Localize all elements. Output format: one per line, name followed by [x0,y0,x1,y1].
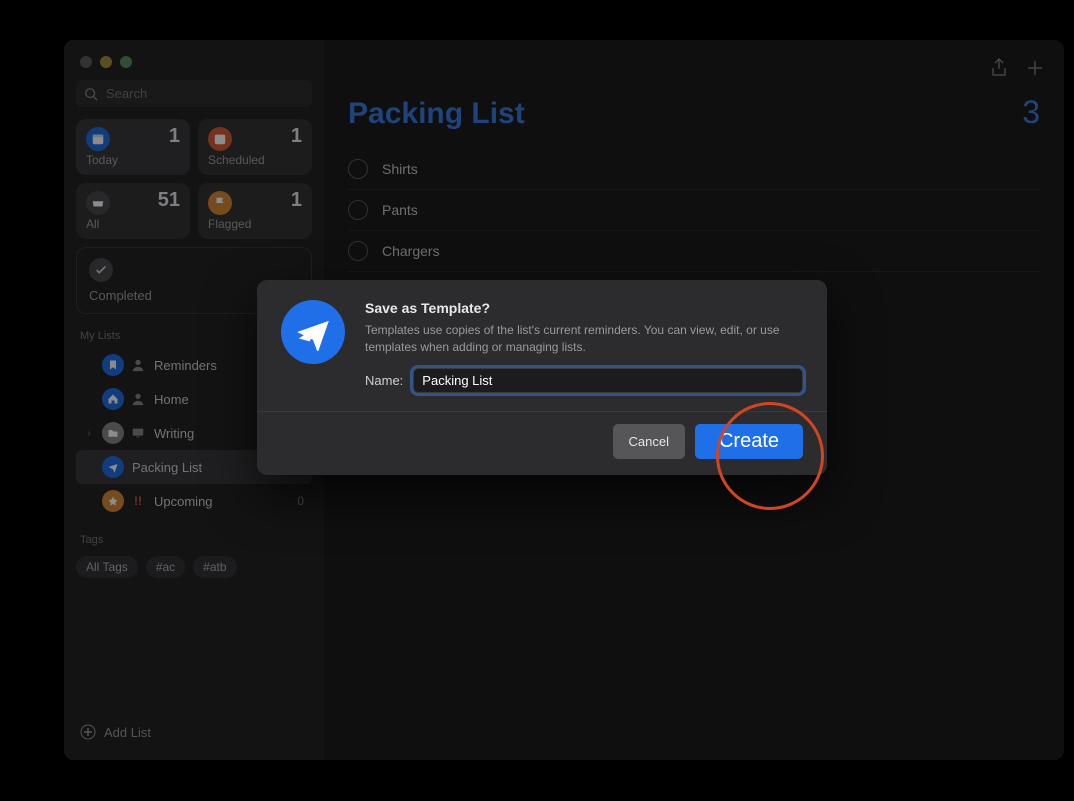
card-all[interactable]: 51 All [76,183,190,239]
chevron-right-icon[interactable]: › [84,428,94,439]
home-icon [102,388,124,410]
star-icon [102,490,124,512]
reminder-checkbox[interactable] [348,200,368,220]
card-flagged-count: 1 [291,189,302,212]
search-input[interactable] [104,85,304,102]
list-item-label: Writing [154,426,194,441]
folder-icon [102,422,124,444]
plane-icon [102,456,124,478]
shared-icon [130,357,146,373]
tag-chip[interactable]: #atb [193,556,236,578]
search-icon [84,87,98,101]
page-title: Packing List [348,97,525,131]
window-controls[interactable] [76,50,312,80]
calendar-icon [208,127,232,151]
plane-icon [281,300,345,364]
close-dot[interactable] [80,56,92,68]
minimize-dot[interactable] [100,56,112,68]
list-item-label: Reminders [154,358,217,373]
name-label: Name: [365,373,403,388]
list-item-label: Packing List [132,460,202,475]
reminder-title: Shirts [382,161,418,177]
calendar-icon [86,127,110,151]
section-tags: Tags [80,534,308,546]
reminder-row[interactable]: Chargers [348,231,1040,272]
page-count: 3 [1022,94,1040,131]
zoom-dot[interactable] [120,56,132,68]
add-icon[interactable] [1026,58,1044,78]
card-flagged[interactable]: 1 Flagged [198,183,312,239]
card-flagged-label: Flagged [208,217,302,231]
list-item-label: Home [154,392,189,407]
search-field[interactable] [76,80,312,107]
card-all-count: 51 [158,189,180,212]
shared-icon [130,391,146,407]
dialog-description: Templates use copies of the list's curre… [365,322,803,356]
reminder-title: Chargers [382,243,440,259]
card-scheduled-label: Scheduled [208,153,302,167]
bookmark-icon [102,354,124,376]
tag-chip[interactable]: All Tags [76,556,138,578]
list-item-count: 0 [297,494,304,508]
tray-icon [86,191,110,215]
list-item-label: Upcoming [154,494,213,509]
reminder-checkbox[interactable] [348,159,368,179]
template-name-input[interactable] [413,368,803,393]
dialog-title: Save as Template? [365,300,803,316]
card-scheduled-count: 1 [291,125,302,148]
flag-icon [208,191,232,215]
priority-icon: !! [130,493,146,509]
sidebar-list-item[interactable]: !! Upcoming 0 [76,484,312,518]
card-today[interactable]: 1 Today [76,119,190,175]
reminder-checkbox[interactable] [348,241,368,261]
create-button[interactable]: Create [695,424,803,459]
save-template-dialog: Save as Template? Templates use copies o… [257,280,827,475]
card-today-count: 1 [169,125,180,148]
card-today-label: Today [86,153,180,167]
tag-chip[interactable]: #ac [146,556,185,578]
display-icon [130,425,146,441]
share-icon[interactable] [990,58,1008,78]
card-scheduled[interactable]: 1 Scheduled [198,119,312,175]
reminder-row[interactable]: Shirts [348,149,1040,190]
add-list-button[interactable]: Add List [76,714,312,750]
card-all-label: All [86,217,180,231]
cancel-button[interactable]: Cancel [613,424,685,459]
reminder-title: Pants [382,202,418,218]
add-list-label: Add List [104,725,151,740]
reminder-row[interactable]: Pants [348,190,1040,231]
check-icon [89,258,113,282]
